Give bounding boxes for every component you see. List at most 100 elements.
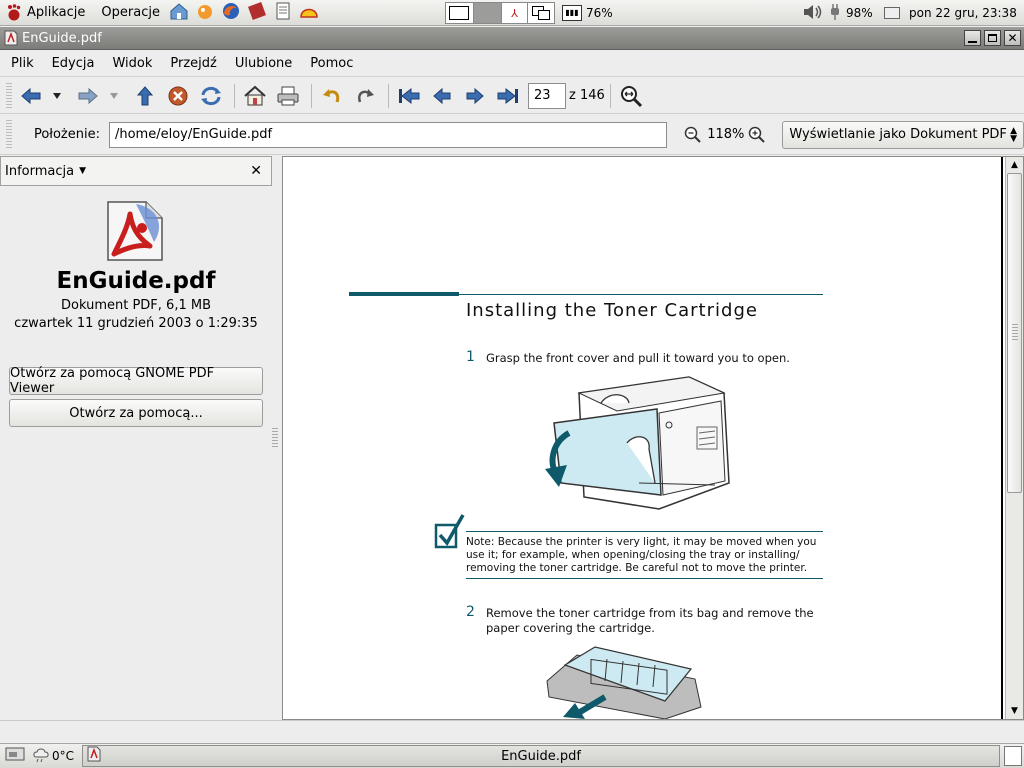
show-desktop-button[interactable]	[2, 745, 28, 767]
workspace-switcher[interactable]: ⅄	[445, 2, 555, 24]
next-page-button[interactable]	[460, 81, 490, 111]
document-view[interactable]: Installing the Toner Cartridge 1 Grasp t…	[282, 156, 1024, 720]
zoom-fit-icon	[619, 84, 643, 108]
note-text: Note: Because the printer is very light,…	[466, 536, 817, 574]
redo-icon	[354, 85, 376, 107]
power-level: 98%	[846, 6, 873, 20]
text-editor-launcher[interactable]	[271, 2, 295, 24]
task-button-label: EnGuide.pdf	[501, 748, 581, 764]
sidebar-resize-handle[interactable]	[272, 428, 278, 448]
menu-bookmarks[interactable]: Ulubione	[226, 56, 301, 71]
scrollbar-thumb[interactable]	[1007, 173, 1022, 493]
close-window-button[interactable]: ✕	[1004, 30, 1021, 46]
page-number-input[interactable]: 23	[528, 82, 566, 109]
window-titlebar[interactable]: EnGuide.pdf ✕	[0, 27, 1024, 50]
toolbar-separator	[388, 83, 389, 108]
workspace-1[interactable]	[446, 3, 474, 23]
close-sidebar-button[interactable]: ✕	[250, 163, 262, 179]
dictionary-launcher[interactable]	[245, 1, 269, 24]
file-type: Dokument PDF, 6,1 MB	[61, 298, 211, 313]
power-plug-icon	[828, 3, 842, 24]
firefox-icon	[221, 1, 241, 25]
forward-button[interactable]	[73, 81, 103, 111]
back-history-button[interactable]	[49, 81, 65, 111]
workspace-4[interactable]	[528, 3, 554, 23]
toolbar-separator	[311, 83, 312, 108]
redo-button[interactable]	[350, 81, 380, 111]
status-bar	[0, 720, 1024, 742]
volume-applet[interactable]	[802, 0, 824, 26]
zoom-out-icon	[684, 126, 702, 148]
previous-page-button[interactable]	[427, 81, 457, 111]
first-page-icon	[397, 86, 421, 106]
step-2-text: Remove the toner cartridge from its bag …	[486, 606, 814, 635]
menu-view[interactable]: Widok	[103, 56, 161, 71]
view-as-value: Wyświetlanie jako Dokument PDF	[789, 127, 1007, 142]
gimp-icon	[195, 1, 215, 25]
menu-go[interactable]: Przejdź	[161, 56, 225, 71]
last-page-icon	[496, 86, 520, 106]
text-editor-icon	[273, 1, 293, 25]
clock-applet[interactable]: pon 22 gru, 23:38	[884, 0, 1017, 26]
up-button[interactable]	[130, 81, 160, 111]
weather-temperature: 0°C	[52, 749, 75, 763]
stop-button[interactable]	[163, 81, 193, 111]
zoom-level: 118%	[707, 127, 745, 142]
open-with-other-button[interactable]: Otwórz za pomocą...	[9, 399, 263, 427]
maximize-icon	[988, 34, 997, 42]
sidebar-panel-label: Informacja	[5, 163, 75, 179]
wifi-applet[interactable]: ▮▮▮ 76%	[562, 0, 613, 26]
menu-file[interactable]: Plik	[2, 56, 43, 71]
toolbar-grip[interactable]	[6, 82, 12, 109]
open-with-pdf-viewer-label: Otwórz za pomocą GNOME PDF Viewer	[10, 366, 215, 396]
gimp-launcher[interactable]	[193, 2, 217, 24]
best-fit-button[interactable]	[616, 81, 646, 111]
battery-level: 76%	[586, 6, 613, 20]
scroll-up-button[interactable]: ▲	[1006, 157, 1023, 173]
scroll-down-button[interactable]: ▼	[1006, 703, 1023, 719]
back-button[interactable]	[16, 81, 46, 111]
forward-history-button[interactable]	[106, 81, 122, 111]
first-page-button[interactable]	[394, 81, 424, 111]
home-folder-launcher[interactable]	[167, 2, 191, 24]
firefox-launcher[interactable]	[219, 2, 243, 24]
menu-edit[interactable]: Edycja	[43, 56, 104, 71]
speaker-icon	[802, 3, 824, 24]
task-button-enguide[interactable]: EnGuide.pdf	[82, 745, 1000, 767]
maximize-button[interactable]	[984, 30, 1001, 46]
zoom-in-button[interactable]	[748, 126, 766, 144]
shell-launcher[interactable]	[297, 2, 321, 24]
print-button[interactable]	[273, 81, 303, 111]
cloud-rain-icon	[32, 747, 50, 766]
undo-button[interactable]	[317, 81, 347, 111]
reload-button[interactable]	[196, 81, 226, 111]
workspace-2[interactable]	[474, 3, 502, 23]
workspace-3[interactable]: ⅄	[502, 3, 528, 23]
last-page-button[interactable]	[493, 81, 523, 111]
open-with-pdf-viewer-button[interactable]: Otwórz za pomocą GNOME PDF Viewer	[9, 366, 263, 396]
sidebar-panel-select[interactable]: Informacja ▼	[5, 164, 86, 179]
heading-rule-dark	[349, 292, 459, 296]
power-applet[interactable]: 98%	[828, 0, 873, 26]
applications-menu[interactable]: Aplikacje	[0, 0, 91, 26]
weather-applet[interactable]: 0°C	[32, 747, 74, 766]
home-folder-icon	[169, 1, 189, 25]
minimize-button[interactable]	[964, 30, 981, 46]
menu-help[interactable]: Pomoc	[301, 56, 362, 71]
step-1-text: Grasp the front cover and pull it toward…	[486, 351, 790, 365]
minimize-icon	[968, 40, 977, 43]
workspace-indicator[interactable]	[1004, 746, 1022, 766]
location-bar: Położenie: /home/eloy/EnGuide.pdf 118% W…	[0, 115, 1024, 155]
view-as-select[interactable]: Wyświetlanie jako Dokument PDF ▲ ▼	[782, 120, 1024, 149]
actions-menu-label: Operacje	[101, 5, 160, 20]
actions-menu[interactable]: Operacje	[91, 0, 166, 26]
clock-text: pon 22 gru, 23:38	[909, 6, 1017, 20]
zoom-out-button[interactable]	[684, 126, 702, 144]
location-input[interactable]: /home/eloy/EnGuide.pdf	[108, 121, 668, 148]
location-bar-grip[interactable]	[6, 119, 12, 150]
home-button[interactable]	[240, 81, 270, 111]
vertical-scrollbar[interactable]: ▲ ▼	[1005, 157, 1023, 719]
arrow-right-icon	[77, 86, 99, 106]
undo-icon	[321, 85, 343, 107]
pdf-heading: Installing the Toner Cartridge	[466, 300, 758, 321]
